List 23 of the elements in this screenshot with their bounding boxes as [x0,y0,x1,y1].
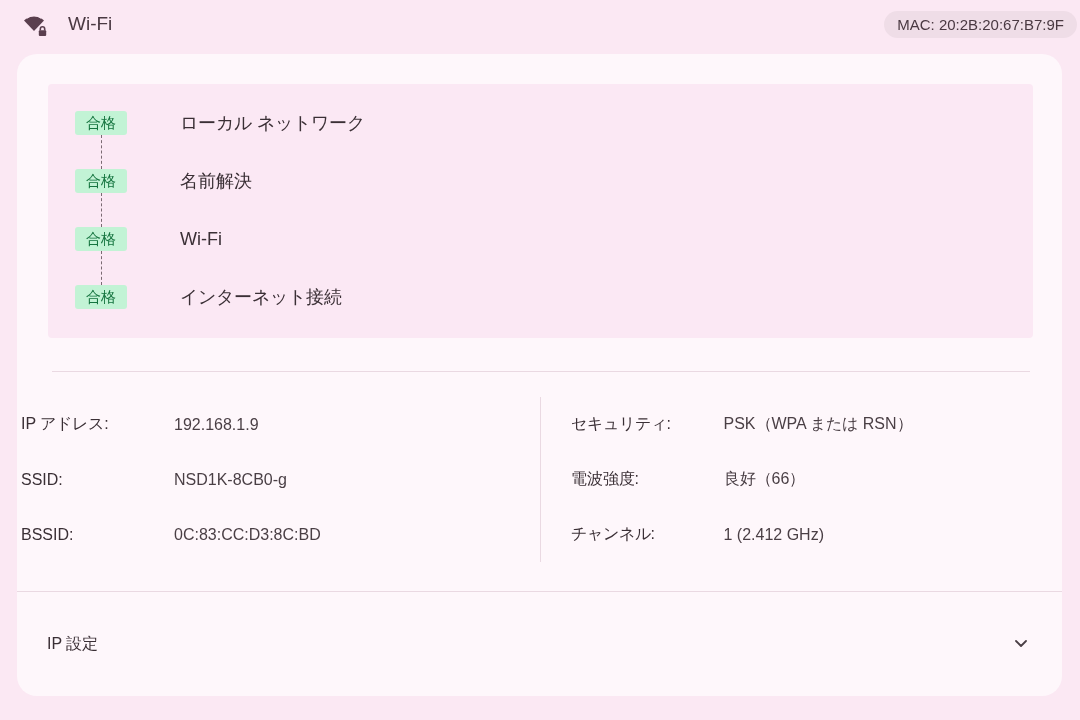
detail-label: IP アドレス: [21,414,110,434]
detail-label: 電波強度: [570,469,640,489]
detail-value: 1 (2.412 GHz) [723,525,825,544]
detail-value: 192.168.1.9 [174,415,260,434]
detail-label: SSID: [21,470,64,489]
status-badge: 合格 [75,227,127,251]
ip-settings-expander[interactable]: IP 設定 [17,592,1062,696]
detail-value: 良好（66） [723,469,807,489]
status-badge: 合格 [75,169,127,193]
diagnostic-label: インターネット接続 [180,286,343,309]
status-badge: 合格 [75,111,127,135]
diagnostic-label: Wi-Fi [180,228,223,250]
mac-address-chip: MAC: 20:2B:20:67:B7:9F [884,10,1077,38]
detail-value: 0C:83:CC:D3:8C:BD [174,525,322,544]
detail-label: セキュリティ: [570,414,672,434]
detail-value: PSK（WPA または RSN） [723,414,914,434]
detail-value: NSD1K-8CB0-g [174,470,288,489]
diagnostic-label: ローカル ネットワーク [180,112,366,135]
detail-label: チャンネル: [570,524,656,544]
diagnostic-label: 名前解決 [180,170,253,193]
detail-label: BSSID: [21,525,75,544]
wifi-title: Wi-Fi [68,13,114,35]
status-badge: 合格 [75,285,127,309]
